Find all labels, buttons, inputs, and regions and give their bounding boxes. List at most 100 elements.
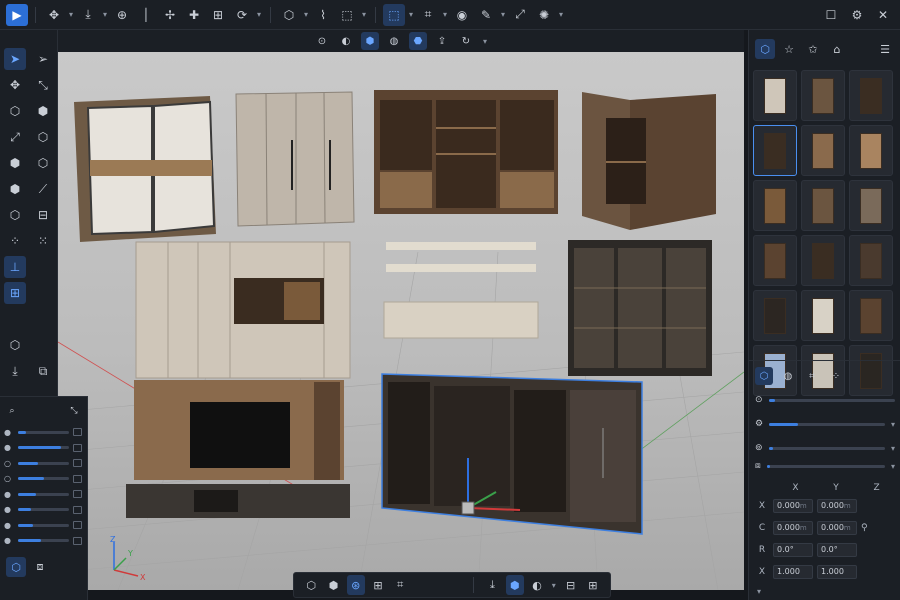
corner-wardrobe[interactable] — [580, 90, 720, 236]
cube-icon[interactable]: ⬡ — [4, 334, 26, 356]
snap-icon[interactable]: ⤓ — [4, 360, 26, 382]
move-icon[interactable]: ✥ — [4, 74, 26, 96]
cube-icon[interactable]: ⬡ — [6, 557, 26, 577]
asset-thumbnail[interactable] — [753, 70, 797, 121]
layer-opacity-bar[interactable] — [18, 461, 69, 465]
chevron-down-icon[interactable]: ▾ — [891, 420, 895, 429]
chevron-down-icon[interactable]: ▾ — [499, 10, 507, 19]
asset-thumbnail[interactable] — [849, 290, 893, 341]
light-icon[interactable]: ✺ — [533, 4, 555, 26]
selected-dark-wardrobe[interactable] — [380, 368, 646, 538]
chevron-down-icon[interactable]: ▾ — [67, 10, 75, 19]
asset-thumbnail[interactable] — [801, 235, 845, 286]
chevron-down-icon[interactable]: ▾ — [755, 587, 763, 596]
select-box-icon[interactable]: ⬚ — [336, 4, 358, 26]
split-view-icon[interactable]: ⊟ — [561, 575, 579, 595]
value-field[interactable]: 0.0° — [773, 543, 813, 557]
material-icon[interactable]: ◐ — [528, 575, 546, 595]
plus-icon[interactable]: ✚ — [183, 4, 205, 26]
diagonal-icon[interactable]: ⤢ — [4, 126, 26, 148]
asset-thumbnail[interactable] — [801, 180, 845, 231]
chevron-down-icon[interactable]: ▾ — [360, 10, 368, 19]
prop-row[interactable]: ⊙ — [755, 393, 895, 407]
grid-layout-icon[interactable]: ⊞ — [4, 282, 26, 304]
chevron-down-icon[interactable]: ▾ — [407, 10, 415, 19]
snap-icon[interactable]: ⤓ — [77, 4, 99, 26]
scatter-icon[interactable]: ⁘ — [4, 230, 26, 252]
prop-slider[interactable] — [766, 464, 885, 468]
layer-opacity-bar[interactable] — [18, 523, 69, 527]
star-outline-icon[interactable]: ☆ — [779, 39, 799, 59]
target-icon[interactable]: ⊕ — [111, 4, 133, 26]
grid-icon[interactable]: ⊞ — [207, 4, 229, 26]
cube-icon[interactable]: ⬡ — [302, 575, 320, 595]
align-icon[interactable]: ⊥ — [4, 256, 26, 278]
chevron-down-icon[interactable]: ▾ — [255, 10, 263, 19]
cube-icon[interactable]: ⬡ — [4, 100, 26, 122]
layer-opacity-bar[interactable] — [18, 508, 69, 511]
prop-slider[interactable] — [768, 446, 885, 450]
sliding-wardrobe[interactable] — [70, 94, 218, 244]
asset-thumbnail[interactable] — [849, 125, 893, 176]
asset-thumbnail[interactable] — [849, 180, 893, 231]
glass-display-cabinet[interactable] — [566, 238, 714, 378]
collapse-icon[interactable]: ⤡ — [66, 403, 82, 419]
ruler-icon[interactable]: ⟋ — [32, 178, 54, 200]
cube-icon[interactable]: ⬡ — [4, 204, 26, 226]
refresh-icon[interactable]: ↻ — [457, 32, 475, 50]
star-icon[interactable]: ✩ — [803, 39, 823, 59]
layer-opacity-bar[interactable] — [18, 539, 69, 542]
chevron-down-icon[interactable]: ▾ — [101, 10, 109, 19]
perspective-icon[interactable]: ◐ — [337, 32, 355, 50]
layer-opacity-bar[interactable] — [18, 477, 69, 480]
grid-icon[interactable]: ⊞ — [369, 575, 387, 595]
curve-icon[interactable]: ⌇ — [312, 4, 334, 26]
cube-icon[interactable]: ⬡ — [32, 152, 54, 174]
cube-icon[interactable]: ⬢ — [4, 178, 26, 200]
globe-icon[interactable]: ⊛ — [346, 575, 365, 595]
measure-icon[interactable]: ⤢ — [509, 4, 531, 26]
move-icon[interactable]: ✥ — [43, 4, 65, 26]
asset-thumbnail[interactable] — [753, 235, 797, 286]
scale-icon[interactable]: ⤡ — [32, 74, 54, 96]
open-walnut-wardrobe[interactable] — [372, 88, 562, 218]
paint-icon[interactable]: ◉ — [451, 4, 473, 26]
gear-icon[interactable]: ⚙ — [846, 4, 868, 26]
value-field[interactable]: 1.000 — [817, 565, 857, 579]
frame-icon[interactable]: ⬚ — [383, 3, 405, 26]
camera-icon[interactable]: ⊙ — [313, 32, 331, 50]
search-icon[interactable]: ⌕ — [4, 403, 20, 419]
cube-icon[interactable]: ⬡ — [755, 367, 773, 385]
folder-icon[interactable]: ⌂ — [827, 39, 847, 59]
layer-row[interactable]: ● — [4, 487, 82, 501]
chevron-down-icon[interactable]: ▾ — [441, 10, 449, 19]
eye-icon[interactable]: ○ — [4, 459, 14, 468]
bracket-icon[interactable]: ⧉ — [32, 360, 54, 382]
value-field[interactable]: 0.000m — [817, 521, 857, 535]
asset-thumbnail[interactable] — [753, 125, 797, 176]
eye-icon[interactable]: ● — [4, 536, 14, 545]
value-field[interactable]: 0.000m — [773, 521, 813, 535]
eye-icon[interactable]: ● — [4, 505, 14, 514]
image-icon[interactable]: ⧈ — [30, 557, 50, 577]
rotate-icon[interactable]: ⟳ — [231, 4, 253, 26]
asset-thumbnail[interactable] — [801, 70, 845, 121]
beige-wardrobe[interactable] — [234, 90, 356, 230]
chevron-down-icon[interactable]: ▾ — [550, 581, 557, 590]
layer-opacity-bar[interactable] — [18, 492, 69, 496]
line-icon[interactable]: │ — [135, 4, 157, 26]
render-icon[interactable]: ⬣ — [409, 32, 427, 50]
cube-icon[interactable]: ⬢ — [4, 152, 26, 174]
pen-icon[interactable]: ✎ — [475, 4, 497, 26]
asset-thumbnail[interactable] — [801, 125, 845, 176]
prop-slider[interactable] — [769, 422, 885, 426]
layer-row[interactable]: ● — [4, 518, 82, 532]
eye-icon[interactable]: ● — [4, 521, 14, 530]
crop-icon[interactable]: ⌗ — [417, 4, 439, 26]
eye-icon[interactable]: ● — [4, 443, 14, 452]
square-icon[interactable]: ☐ — [820, 4, 842, 26]
asset-thumbnail[interactable] — [753, 290, 797, 341]
export-icon[interactable]: ⇪ — [433, 32, 451, 50]
chevron-down-icon[interactable]: ▾ — [557, 10, 565, 19]
prop-row[interactable]: ⚙ ▾ — [755, 417, 895, 431]
